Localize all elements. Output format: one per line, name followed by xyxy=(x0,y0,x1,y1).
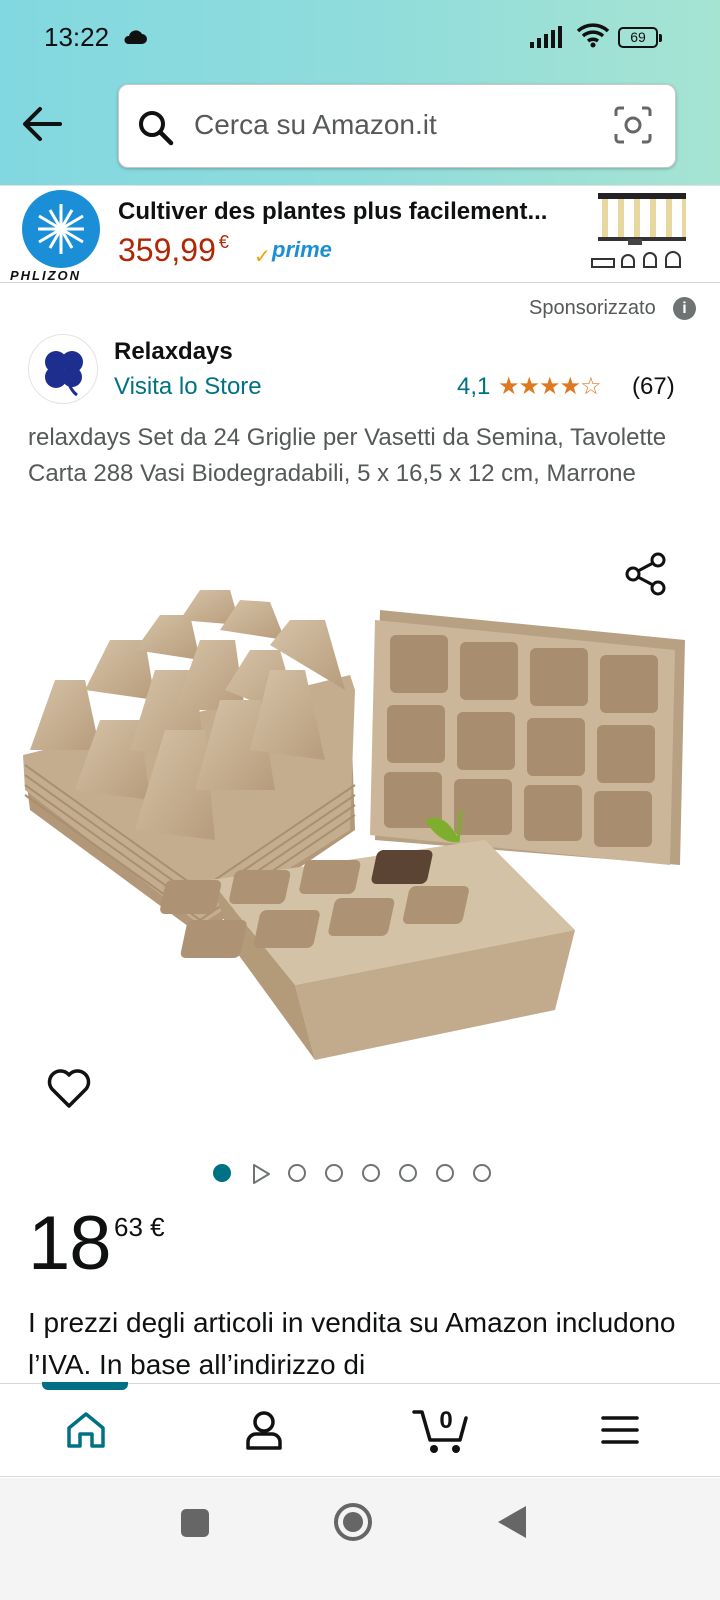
sponsored-ad-banner[interactable]: PHLIZON Cultiver des plantes plus facile… xyxy=(0,185,720,283)
carousel-dot[interactable] xyxy=(362,1164,380,1182)
clover-logo-icon xyxy=(45,351,83,397)
carousel-dot[interactable] xyxy=(288,1164,306,1182)
cloud-icon xyxy=(124,30,147,44)
rating-count[interactable]: (67) xyxy=(632,373,675,401)
active-tab-indicator xyxy=(42,1382,128,1390)
status-time: 13:22 xyxy=(44,22,110,52)
circle-icon xyxy=(334,1503,372,1541)
carousel-dot[interactable] xyxy=(399,1164,417,1182)
carousel-dot[interactable] xyxy=(325,1164,343,1182)
prime-badge: prime xyxy=(272,237,332,262)
carousel-dot[interactable] xyxy=(473,1164,491,1182)
home-icon xyxy=(67,1412,105,1448)
home-system-button[interactable] xyxy=(333,1502,373,1547)
product-title: relaxdays Set da 24 Griglie per Vasetti … xyxy=(28,424,667,487)
wifi-icon xyxy=(576,23,610,48)
carousel-dot[interactable] xyxy=(436,1164,454,1182)
snowflake-logo-icon xyxy=(38,204,84,254)
camera-search-icon[interactable] xyxy=(613,105,653,145)
bottom-navigation: 0 xyxy=(0,1382,720,1477)
search-placeholder: Cerca su Amazon.it xyxy=(194,109,437,140)
ad-currency: € xyxy=(218,232,229,252)
ad-price: 359,99 € xyxy=(118,232,229,269)
search-input[interactable]: Cerca su Amazon.it xyxy=(118,84,676,168)
info-icon[interactable]: i xyxy=(673,297,696,320)
rating-stars[interactable]: ★★★★☆ xyxy=(498,372,602,401)
price-fraction: 63 € xyxy=(114,1212,165,1242)
heart-icon[interactable] xyxy=(47,1068,91,1110)
menu-icon xyxy=(601,1416,639,1444)
nav-menu[interactable] xyxy=(600,1408,640,1457)
nav-home[interactable] xyxy=(64,1408,108,1457)
video-play-icon[interactable] xyxy=(250,1162,272,1186)
status-bar: 13:22 69 xyxy=(0,0,720,78)
triangle-back-icon xyxy=(498,1506,526,1538)
image-carousel-dots[interactable] xyxy=(0,1162,720,1186)
prime-check-icon: ✓ xyxy=(254,246,271,268)
brand-logo xyxy=(22,190,100,268)
vat-notice: I prezzi degli articoli in vendita su Am… xyxy=(28,1307,676,1380)
cart-count: 0 xyxy=(439,1407,452,1434)
price-whole: 18 xyxy=(28,1201,112,1286)
grow-light-product-image xyxy=(591,193,686,268)
account-icon xyxy=(246,1411,282,1450)
nav-cart[interactable]: 0 xyxy=(412,1404,472,1461)
store-name: Relaxdays xyxy=(114,338,233,365)
nav-account[interactable] xyxy=(242,1408,286,1457)
product-image[interactable] xyxy=(15,580,695,1080)
visit-store-link[interactable]: Visita lo Store xyxy=(114,373,262,401)
search-icon xyxy=(139,111,174,146)
carousel-dot[interactable] xyxy=(213,1164,231,1182)
arrow-left-icon xyxy=(23,107,62,141)
signal-icon xyxy=(530,26,562,48)
cart-icon: 0 xyxy=(412,1407,468,1453)
square-icon xyxy=(181,1509,209,1537)
recents-button[interactable] xyxy=(180,1508,210,1543)
rating-value[interactable]: 4,1 xyxy=(457,373,490,401)
brand-name: PHLIZON xyxy=(10,268,82,283)
top-header: 13:22 69 Cerca su Amazon.it xyxy=(0,0,720,185)
battery-indicator: 69 xyxy=(618,27,662,48)
back-system-button[interactable] xyxy=(496,1504,528,1545)
sponsored-label: Sponsorizzato xyxy=(529,297,656,319)
back-button[interactable] xyxy=(20,104,68,148)
ad-price-value: 359,99 xyxy=(118,232,216,268)
ad-title[interactable]: Cultiver des plantes plus facilement... xyxy=(118,198,547,226)
system-navigation-bar xyxy=(0,1478,720,1600)
store-logo[interactable] xyxy=(28,334,98,404)
